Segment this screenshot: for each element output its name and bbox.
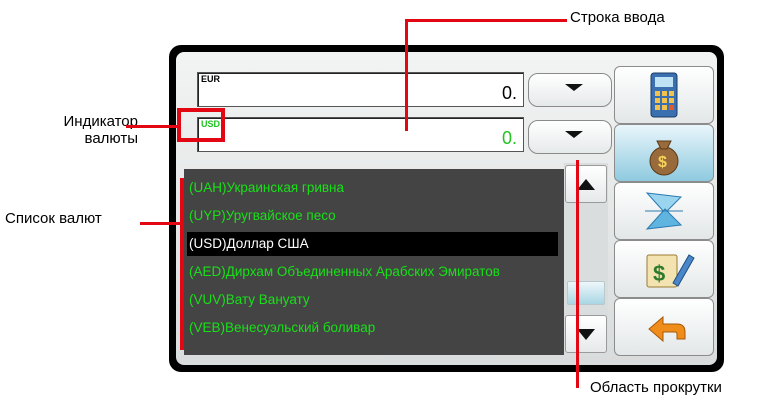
money-bag-icon: $ [649,140,679,176]
callout-input-line-label: Строка ввода [570,9,665,26]
currency-code-label: EUR [201,74,221,84]
chevron-down-icon [565,131,583,138]
scroll-area[interactable] [564,163,608,357]
amount-value: 0. [501,128,517,148]
arrow-up-icon [577,179,595,190]
settings-button[interactable] [614,182,714,240]
calculator-button[interactable] [614,66,714,124]
list-item[interactable]: (UAH)Украинская гривна [187,176,558,200]
list-item[interactable]: (VUV)Вату Вануату [187,288,558,312]
list-item[interactable]: (VEB)Венесуэльский боливар [187,316,558,340]
callout-scroll-area-label: Область прокрутки [590,379,722,396]
arrow-down-icon [577,329,595,340]
currency-list[interactable]: (UAH)Украинская гривна (UYP)Уругвайское … [184,169,564,355]
currency-list-highlight-bar [180,178,184,350]
callout-currency-list-label: Список валют [5,210,102,227]
back-arrow-icon [648,315,686,343]
svg-text:$: $ [658,154,667,171]
callout-leader-line [140,222,180,225]
currency-field-usd[interactable]: USD 0. [197,117,524,152]
edit-currency-button[interactable]: $ [614,240,714,298]
scroll-area-highlight-bar [576,160,579,388]
chevron-down-icon [565,84,583,91]
scroll-thumb[interactable] [567,281,605,305]
callout-currency-indicator-label: Индикатор валюты [63,113,139,148]
list-item[interactable]: (AED)Дирхам Объединенных Арабских Эмират… [187,260,558,284]
list-item[interactable]: (UYP)Уругвайское песо [187,204,558,228]
list-item-selected[interactable]: (USD)Доллар США [187,232,558,256]
currency-field-eur[interactable]: EUR 0. [197,72,524,107]
calculator-icon [650,72,678,118]
svg-text:$: $ [653,261,665,286]
scroll-up-button[interactable] [565,165,607,203]
currency-edit-icon: $ [646,254,695,288]
back-button[interactable] [614,298,714,356]
reflection-icon [645,192,683,230]
callout-leader-line [405,19,408,131]
currency-rates-button[interactable]: $ [614,124,714,182]
callout-leader-line [405,19,567,22]
currency-dropdown-button-eur[interactable] [528,73,612,107]
amount-value: 0. [501,83,517,103]
currency-dropdown-button-usd[interactable] [528,120,612,154]
callout-leader-line [126,125,178,128]
currency-indicator-highlight [177,108,225,142]
scroll-down-button[interactable] [565,315,607,353]
